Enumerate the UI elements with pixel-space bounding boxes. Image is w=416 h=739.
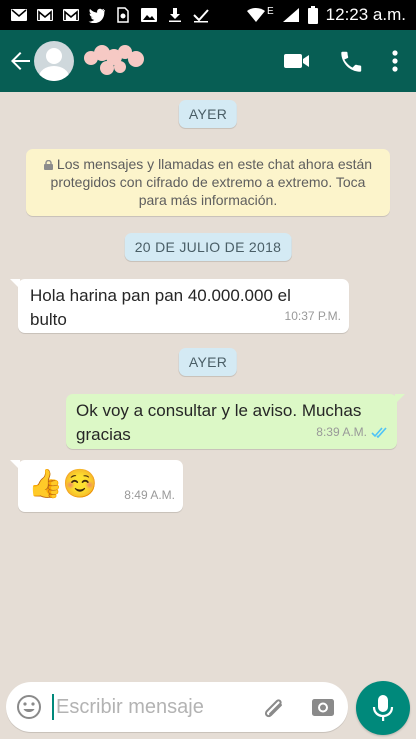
wifi-icon — [247, 7, 265, 23]
attach-icon[interactable] — [262, 694, 288, 720]
message-text: Hola harina pan pan 40.000.000 el bulto — [30, 286, 291, 329]
date-chip-ayer-2: AYER — [178, 348, 238, 376]
twitter-icon — [88, 7, 106, 23]
chat-header — [0, 30, 416, 92]
signal-icon — [282, 7, 300, 23]
double-check-icon — [371, 426, 387, 438]
mail-icon — [10, 7, 28, 23]
check-icon — [192, 7, 210, 23]
network-type-label: E — [267, 5, 274, 17]
encryption-notice-text: Los mensajes y llamadas en este chat aho… — [50, 156, 373, 208]
emoji-icon[interactable] — [16, 694, 42, 720]
mic-icon — [372, 695, 394, 721]
composer-box — [6, 682, 348, 732]
lock-icon — [43, 156, 53, 170]
contact-name-obscured[interactable] — [82, 41, 152, 81]
status-time: 12:23 a.m. — [325, 5, 406, 24]
message-bubble-incoming[interactable]: Hola harina pan pan 40.000.000 el bulto … — [10, 279, 349, 333]
date-chip-ayer: AYER — [178, 100, 238, 128]
more-vert-icon[interactable] — [392, 50, 398, 72]
encryption-notice[interactable]: Los mensajes y llamadas en este chat aho… — [26, 149, 390, 216]
message-time: 10:37 P.M. — [284, 309, 341, 323]
date-chip-date: 20 DE JULIO DE 2018 — [124, 233, 292, 261]
message-input[interactable] — [56, 695, 256, 719]
contact-avatar[interactable] — [34, 41, 74, 81]
mic-button[interactable] — [356, 681, 410, 735]
sim-icon — [114, 7, 132, 23]
text-cursor — [52, 694, 54, 720]
composer-bar — [0, 676, 416, 739]
image-icon — [140, 7, 158, 23]
message-bubble-outgoing[interactable]: Ok voy a consultar y le aviso. Muchas gr… — [66, 394, 405, 449]
message-bubble-incoming-emoji[interactable]: 👍☺️ 8:49 A.M. — [10, 460, 183, 512]
back-button[interactable] — [8, 49, 32, 73]
chat-area[interactable]: AYER Los mensajes y llamadas en este cha… — [0, 92, 416, 676]
message-time: 8:49 A.M. — [124, 488, 175, 502]
battery-icon — [307, 6, 318, 24]
status-bar: E 12:23 a.m. — [0, 0, 416, 30]
arrow-left-icon — [11, 52, 30, 70]
voice-call-icon[interactable] — [340, 50, 362, 72]
message-time: 8:39 A.M. — [316, 425, 367, 439]
gmail-icon — [36, 7, 54, 23]
camera-icon[interactable] — [310, 694, 336, 720]
video-call-icon[interactable] — [284, 52, 310, 70]
gmail-icon — [62, 7, 80, 23]
download-icon — [166, 7, 184, 23]
